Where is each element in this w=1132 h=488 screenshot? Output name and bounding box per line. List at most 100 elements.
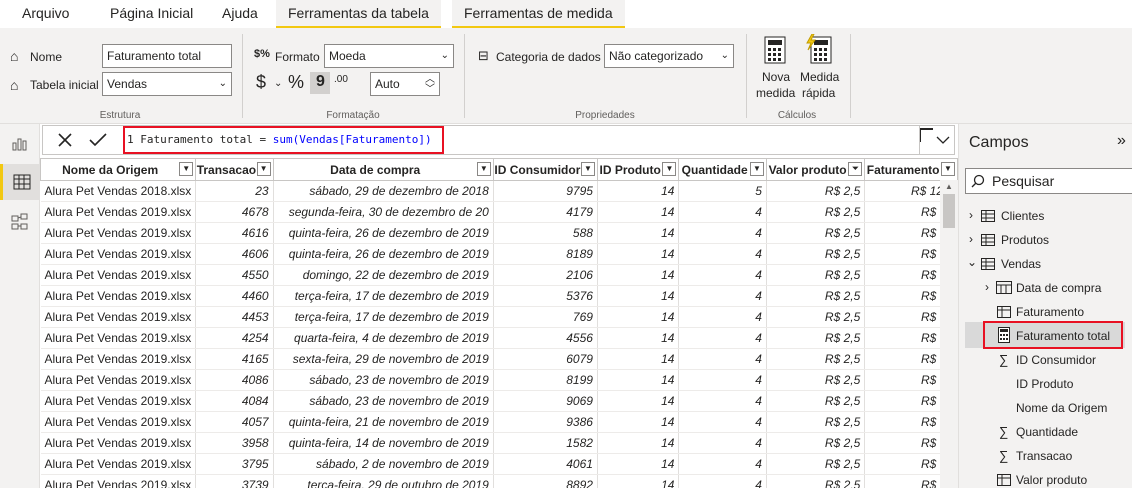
table-cell[interactable]: Alura Pet Vendas 2019.xlsx [40, 432, 197, 454]
table-row[interactable]: Alura Pet Vendas 2019.xlsx 4460 terça-feir… [40, 285, 958, 307]
table-cell[interactable]: 14 [597, 453, 680, 475]
table-cell[interactable]: sábado, 23 de novembro de 2019 [273, 390, 494, 412]
field-faturamento-total[interactable]: Faturamento total [1016, 329, 1110, 343]
table-row[interactable]: Alura Pet Vendas 2019.xlsx 4057 quinta-fei… [40, 411, 958, 433]
table-cell[interactable]: 2106 [493, 264, 598, 286]
dropdown-icon[interactable]: ▼ [476, 162, 491, 176]
column-header-transacao[interactable]: Transacao ▼ [195, 158, 274, 181]
table-cell[interactable]: 4057 [195, 411, 274, 433]
table-cell[interactable]: R$ 2,5 [766, 390, 866, 412]
field-data-de-compra[interactable]: Data de compra [1016, 281, 1101, 295]
table-cell[interactable]: 3739 [195, 474, 274, 488]
table-cell[interactable]: 14 [597, 369, 680, 391]
chevron-down-icon[interactable] [936, 136, 950, 146]
table-cell[interactable]: 4556 [493, 327, 598, 349]
table-cell[interactable]: 4616 [195, 222, 274, 244]
table-cell[interactable]: 4 [678, 474, 767, 488]
table-cell[interactable]: Alura Pet Vendas 2019.xlsx [40, 306, 197, 328]
table-cell[interactable]: 23 [195, 180, 274, 202]
column-header-data-compra[interactable]: Data de compra ▼ [272, 158, 494, 181]
table-cell[interactable]: R$ 2,5 [766, 453, 866, 475]
field-table-clientes[interactable]: Clientes [1001, 209, 1044, 223]
table-cell[interactable]: R$ 2,5 [766, 411, 866, 433]
field-valor-produto[interactable]: Valor produto [1016, 473, 1087, 487]
table-cell[interactable]: quarta-feira, 4 de dezembro de 2019 [273, 327, 494, 349]
table-cell[interactable]: 4453 [195, 306, 274, 328]
table-row[interactable]: Alura Pet Vendas 2019.xlsx 4254 quarta-fei… [40, 327, 958, 349]
table-cell[interactable]: 4 [678, 285, 767, 307]
table-cell[interactable]: 4 [678, 432, 767, 454]
table-row[interactable]: Alura Pet Vendas 2019.xlsx 4165 sexta-feir… [40, 348, 958, 370]
column-header-valor-produto[interactable]: Valor produto ⏷ [765, 158, 866, 181]
nome-input[interactable]: Faturamento total [102, 44, 232, 68]
table-cell[interactable]: R$ 2,5 [766, 432, 866, 454]
table-cell[interactable]: Alura Pet Vendas 2019.xlsx [40, 201, 197, 223]
table-cell[interactable]: 14 [597, 348, 680, 370]
collapse-pane-icon[interactable]: » [1117, 132, 1126, 150]
close-icon[interactable] [57, 132, 73, 148]
table-cell[interactable]: 9069 [493, 390, 598, 412]
table-cell[interactable]: 4 [678, 306, 767, 328]
table-cell[interactable]: 4 [678, 411, 767, 433]
table-cell[interactable]: quinta-feira, 14 de novembro de 2019 [273, 432, 494, 454]
model-view-button[interactable] [0, 204, 40, 240]
table-cell[interactable]: terça-feira, 17 de dezembro de 2019 [273, 285, 494, 307]
table-cell[interactable]: sábado, 29 de dezembro de 2018 [273, 180, 494, 202]
table-cell[interactable]: 4460 [195, 285, 274, 307]
field-id-consumidor[interactable]: ID Consumidor [1016, 353, 1096, 367]
dropdown-icon[interactable]: ▼ [941, 162, 955, 176]
decimal-button[interactable]: .00 [334, 74, 348, 85]
chevron-right-icon[interactable]: › [969, 208, 973, 222]
scroll-up-icon[interactable]: ▲ [945, 182, 953, 191]
field-quantidade[interactable]: Quantidade [1016, 425, 1078, 439]
percent-button[interactable]: % [288, 72, 304, 93]
table-cell[interactable]: quinta-feira, 26 de dezembro de 2019 [273, 222, 494, 244]
tab-ferramentas-medida[interactable]: Ferramentas de medida [452, 0, 625, 28]
table-cell[interactable]: R$ 2,5 [766, 369, 866, 391]
table-cell[interactable]: R$ 2,5 [766, 327, 866, 349]
table-cell[interactable]: R$ 2,5 [766, 180, 866, 202]
table-cell[interactable]: 4 [678, 243, 767, 265]
table-cell[interactable]: R$ 2,5 [766, 222, 866, 244]
table-cell[interactable]: segunda-feira, 30 de dezembro de 20 [273, 201, 494, 223]
table-row[interactable]: Alura Pet Vendas 2019.xlsx 3795 sábado, 2 … [40, 453, 958, 475]
table-cell[interactable]: Alura Pet Vendas 2019.xlsx [40, 411, 197, 433]
table-row[interactable]: Alura Pet Vendas 2019.xlsx 4606 quinta-fei… [40, 243, 958, 265]
chevron-right-icon[interactable]: › [969, 232, 973, 246]
table-cell[interactable]: 4 [678, 264, 767, 286]
table-cell[interactable]: 4254 [195, 327, 274, 349]
check-icon[interactable] [89, 132, 107, 148]
dropdown-icon[interactable]: ▼ [749, 162, 764, 176]
sort-filter-icon[interactable]: ⏷ [848, 162, 863, 176]
categoria-select[interactable]: Não categorizado ⌄ [604, 44, 734, 68]
table-cell[interactable]: 4678 [195, 201, 274, 223]
chevron-down-icon[interactable]: ⌄ [967, 255, 977, 269]
table-cell[interactable]: Alura Pet Vendas 2019.xlsx [40, 348, 197, 370]
table-row[interactable]: Alura Pet Vendas 2019.xlsx 3739 terça-feir… [40, 474, 958, 488]
dropdown-icon[interactable]: ▼ [179, 162, 194, 176]
table-cell[interactable]: 4550 [195, 264, 274, 286]
dropdown-icon[interactable]: ▼ [580, 162, 595, 176]
table-cell[interactable]: 9386 [493, 411, 598, 433]
table-cell[interactable]: terça-feira, 29 de outubro de 2019 [273, 474, 494, 488]
table-row[interactable]: Alura Pet Vendas 2019.xlsx 4453 terça-feir… [40, 306, 958, 328]
table-cell[interactable]: 4179 [493, 201, 598, 223]
tab-ferramentas-tabela[interactable]: Ferramentas da tabela [276, 0, 441, 28]
column-header-id-produto[interactable]: ID Produto ▼ [596, 158, 680, 181]
table-cell[interactable]: sábado, 2 de novembro de 2019 [273, 453, 494, 475]
fields-search-input[interactable]: Pesquisar [965, 168, 1132, 194]
table-cell[interactable]: 8189 [493, 243, 598, 265]
column-header-quantidade[interactable]: Quantidade ▼ [678, 158, 767, 181]
table-row[interactable]: Alura Pet Vendas 2019.xlsx 4550 domingo, 2… [40, 264, 958, 286]
vertical-scrollbar[interactable]: ▲ [940, 180, 958, 488]
report-view-button[interactable] [0, 126, 40, 162]
table-cell[interactable]: Alura Pet Vendas 2018.xlsx [40, 180, 197, 202]
table-cell[interactable]: 14 [597, 432, 680, 454]
dropdown-icon[interactable]: ▼ [256, 162, 271, 176]
table-cell[interactable]: terça-feira, 17 de dezembro de 2019 [273, 306, 494, 328]
table-cell[interactable]: 5376 [493, 285, 598, 307]
table-cell[interactable]: 3795 [195, 453, 274, 475]
table-cell[interactable]: sexta-feira, 29 de novembro de 2019 [273, 348, 494, 370]
field-nome-da-origem[interactable]: Nome da Origem [1016, 401, 1107, 415]
table-cell[interactable]: 4 [678, 369, 767, 391]
